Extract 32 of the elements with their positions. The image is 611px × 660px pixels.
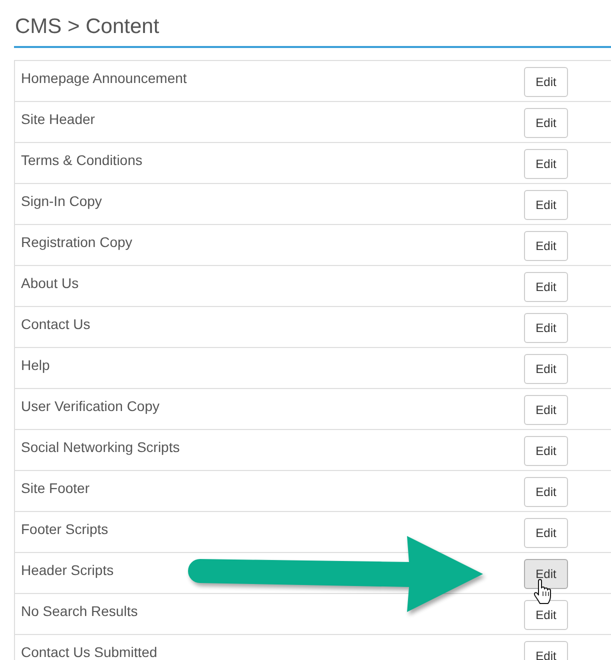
content-name: Header Scripts bbox=[20, 561, 114, 580]
edit-button[interactable]: Edit bbox=[524, 149, 568, 179]
edit-button[interactable]: Edit bbox=[524, 313, 568, 343]
edit-button[interactable]: Edit bbox=[524, 641, 568, 660]
edit-button[interactable]: Edit bbox=[524, 395, 568, 425]
hand-pointer-icon bbox=[533, 579, 552, 604]
edit-button[interactable]: Edit bbox=[524, 108, 568, 138]
content-name: Registration Copy bbox=[20, 233, 132, 252]
content-name: Site Footer bbox=[20, 479, 90, 498]
edit-button[interactable]: Edit bbox=[524, 231, 568, 261]
edit-button[interactable]: Edit bbox=[524, 190, 568, 220]
content-name: Contact Us bbox=[20, 315, 90, 334]
edit-button[interactable]: Edit bbox=[524, 518, 568, 548]
content-name: Help bbox=[20, 356, 50, 375]
edit-button[interactable]: Edit bbox=[524, 436, 568, 466]
page-title: CMS > Content bbox=[15, 14, 160, 40]
content-name: Site Header bbox=[20, 110, 95, 129]
edit-button[interactable]: Edit bbox=[524, 67, 568, 97]
content-name: Sign-In Copy bbox=[20, 192, 102, 211]
edit-button[interactable]: Edit bbox=[524, 600, 568, 630]
content-name: Homepage Announcement bbox=[20, 69, 187, 88]
edit-button[interactable]: Edit bbox=[524, 354, 568, 384]
edit-button[interactable]: Edit bbox=[524, 272, 568, 302]
content-name: No Search Results bbox=[20, 602, 138, 621]
content-name: Terms & Conditions bbox=[20, 151, 142, 170]
content-name: Footer Scripts bbox=[20, 520, 108, 539]
content-name: Contact Us Submitted bbox=[20, 643, 158, 660]
edit-button[interactable]: Edit bbox=[524, 477, 568, 507]
edit-button[interactable]: Edit bbox=[524, 559, 568, 589]
content-name: Social Networking Scripts bbox=[20, 438, 180, 457]
content-name: About Us bbox=[20, 274, 79, 293]
content-name: User Verification Copy bbox=[20, 397, 160, 416]
